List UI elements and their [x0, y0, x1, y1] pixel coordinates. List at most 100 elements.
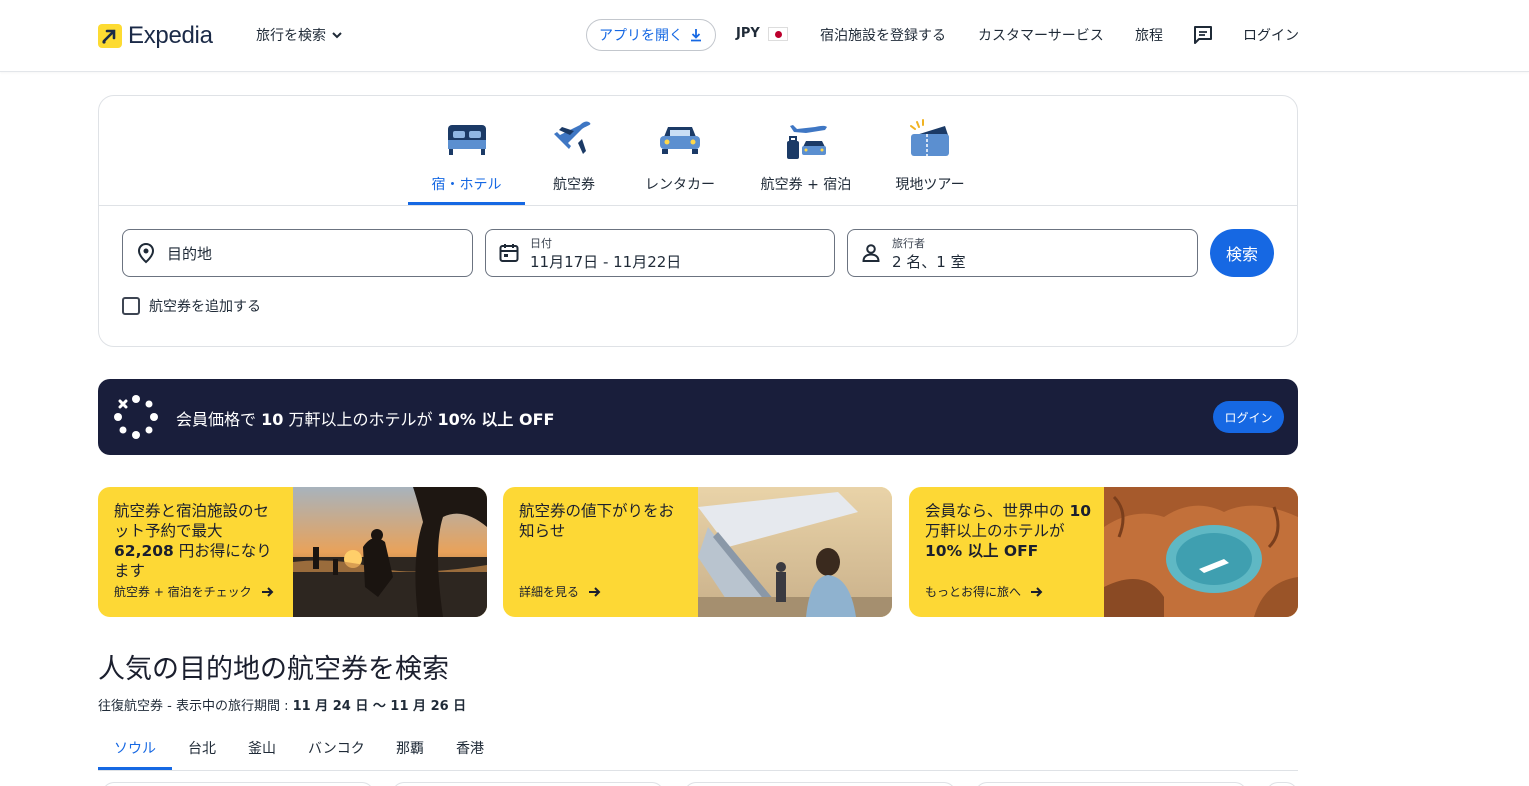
sparkle-ring-icon	[112, 393, 160, 445]
japan-flag-icon	[767, 26, 788, 41]
active-tab-indicator	[408, 202, 525, 205]
promo-card-price-alerts[interactable]: 航空券の値下がりをお知らせ 詳細を見る	[503, 487, 892, 617]
tab-stays[interactable]: 宿・ホテル	[408, 114, 525, 194]
car-icon	[639, 114, 721, 164]
top-header: Expedia 旅行を検索 アプリを開く JPY 宿泊施設を登録する カスタマー…	[0, 0, 1529, 72]
add-flight-label: 航空券を追加する	[149, 299, 261, 315]
destination-field[interactable]: 目的地	[122, 229, 473, 277]
logo-mark-icon	[98, 24, 122, 48]
tab-flights-label: 航空券	[553, 177, 595, 193]
flight-card[interactable]	[1266, 782, 1298, 786]
trip-search-menu-label: 旅行を検索	[256, 28, 326, 44]
beach-sunset-image	[293, 487, 487, 617]
promo-member-link[interactable]: もっとお得に旅へ	[925, 583, 1043, 600]
member-text-d: 10% 以上 OFF	[437, 410, 555, 429]
airport-traveler-image	[698, 487, 892, 617]
flight-card[interactable]	[392, 782, 664, 786]
flight-card[interactable]	[102, 782, 374, 786]
search-button[interactable]: 検索	[1210, 229, 1274, 277]
download-icon	[691, 29, 701, 42]
city-tab-bangkok[interactable]: バンコク	[308, 738, 365, 758]
calendar-icon	[498, 242, 520, 268]
bed-icon	[408, 114, 525, 164]
list-property-link[interactable]: 宿泊施設を登録する	[820, 25, 946, 45]
promo-member-text-c: 万軒以上のホテルが	[925, 522, 1065, 540]
popular-section-title: 人気の目的地の航空券を検索	[98, 654, 449, 685]
member-offer-text: 会員価格で 10 万軒以上のホテルが 10% 以上 OFF	[176, 406, 554, 430]
plane-icon	[539, 114, 609, 164]
open-app-button[interactable]: アプリを開く	[586, 19, 716, 51]
promo-card-packages[interactable]: 航空券と宿泊施設のセット予約で最大 62,208 円お得になります 航空券 + …	[98, 487, 487, 617]
city-tab-taipei[interactable]: 台北	[188, 738, 216, 758]
add-flight-option[interactable]: 航空券を追加する	[122, 296, 261, 316]
promo-member-text-a: 会員なら、世界中の	[925, 502, 1070, 520]
tab-packages[interactable]: 航空券 + 宿泊	[759, 114, 853, 194]
arrow-right-icon	[261, 586, 274, 597]
tab-cars-label: レンタカー	[645, 177, 715, 193]
promo-packages-text-b: 62,208	[114, 542, 174, 560]
member-banner: 会員価格で 10 万軒以上のホテルが 10% 以上 OFF ログイン	[98, 379, 1298, 455]
dates-label: 日付	[530, 237, 552, 250]
trips-link[interactable]: 旅程	[1135, 25, 1163, 45]
city-tab-seoul[interactable]: ソウル	[114, 738, 156, 758]
city-tab-hongkong[interactable]: 香港	[456, 738, 484, 758]
promo-card-member-deals[interactable]: 会員なら、世界中の 10 万軒以上のホテルが 10% 以上 OFF もっとお得に…	[909, 487, 1298, 617]
chat-icon[interactable]	[1192, 24, 1214, 50]
trip-search-menu[interactable]: 旅行を検索	[256, 25, 344, 45]
open-app-label: アプリを開く	[599, 28, 683, 44]
city-tab-busan[interactable]: 釜山	[248, 738, 276, 758]
chevron-down-icon	[332, 32, 342, 39]
login-link[interactable]: ログイン	[1243, 25, 1299, 45]
tab-activities[interactable]: 現地ツアー	[891, 114, 969, 194]
dates-value: 11月17日 - 11月22日	[530, 253, 682, 271]
promo-packages-text: 航空券と宿泊施設のセット予約で最大 62,208 円お得になります	[114, 501, 282, 581]
add-flight-checkbox[interactable]	[122, 297, 140, 315]
city-tab-naha[interactable]: 那覇	[396, 738, 424, 758]
city-tabs: ソウル 台北 釜山 バンコク 那覇 香港	[98, 729, 1298, 771]
customer-service-link[interactable]: カスタマーサービス	[978, 25, 1104, 45]
arrow-right-icon	[1031, 586, 1043, 597]
member-text-a: 会員価格で	[176, 410, 262, 429]
coastal-cliffs-image	[1104, 487, 1298, 617]
arrow-right-icon	[589, 586, 601, 597]
flight-card[interactable]	[684, 782, 956, 786]
flight-card[interactable]	[975, 782, 1247, 786]
tab-stays-label: 宿・ホテル	[431, 177, 502, 193]
travelers-value: 2 名、1 室	[892, 253, 966, 271]
promo-alerts-text: 航空券の値下がりをお知らせ	[519, 502, 675, 540]
promo-member-link-label: もっとお得に旅へ	[925, 585, 1022, 599]
location-pin-icon	[135, 242, 157, 268]
ticket-icon	[891, 114, 969, 164]
popular-subtitle-dates: 11 月 24 日 〜 11 月 26 日	[292, 699, 467, 714]
promo-member-text-d: 10% 以上 OFF	[925, 542, 1039, 560]
promo-alerts-link-label: 詳細を見る	[519, 585, 580, 599]
plane-suitcase-icon	[759, 114, 853, 164]
destination-placeholder: 目的地	[167, 245, 213, 263]
member-login-button[interactable]: ログイン	[1213, 401, 1284, 433]
promo-member-text: 会員なら、世界中の 10 万軒以上のホテルが 10% 以上 OFF	[925, 501, 1093, 561]
travelers-field[interactable]: 旅行者 2 名、1 室	[847, 229, 1198, 277]
search-card: 宿・ホテル 航空券 レンタカー 航空券 + 宿泊 現地ツアー 目的地 日付 11…	[98, 95, 1298, 347]
popular-section-subtitle: 往復航空券 - 表示中の旅行期間 : 11 月 24 日 〜 11 月 26 日	[98, 695, 466, 714]
dates-field[interactable]: 日付 11月17日 - 11月22日	[485, 229, 835, 277]
logo-text: Expedia	[128, 22, 213, 49]
expedia-logo[interactable]: Expedia	[98, 22, 213, 50]
tab-activities-label: 現地ツアー	[895, 177, 965, 193]
active-city-indicator	[98, 767, 172, 770]
tab-flights[interactable]: 航空券	[539, 114, 609, 194]
tab-cars[interactable]: レンタカー	[639, 114, 721, 194]
currency-label: JPY	[736, 26, 760, 41]
promo-alerts-link[interactable]: 詳細を見る	[519, 583, 601, 600]
member-text-b: 10	[261, 410, 284, 429]
promo-packages-text-a: 航空券と宿泊施設のセット予約で最大	[114, 502, 270, 540]
promo-packages-link[interactable]: 航空券 + 宿泊をチェック	[114, 583, 274, 600]
promo-member-text-b: 10	[1069, 502, 1092, 520]
travelers-label: 旅行者	[892, 237, 925, 250]
currency-selector[interactable]: JPY	[736, 26, 788, 41]
product-tabs: 宿・ホテル 航空券 レンタカー 航空券 + 宿泊 現地ツアー	[99, 96, 1297, 206]
person-icon	[860, 242, 882, 268]
popular-subtitle-a: 往復航空券 - 表示中の旅行期間 :	[98, 699, 293, 714]
promo-packages-link-label: 航空券 + 宿泊をチェック	[114, 585, 252, 599]
member-text-c: 万軒以上のホテルが	[283, 410, 438, 429]
tab-packages-label: 航空券 + 宿泊	[760, 177, 852, 193]
